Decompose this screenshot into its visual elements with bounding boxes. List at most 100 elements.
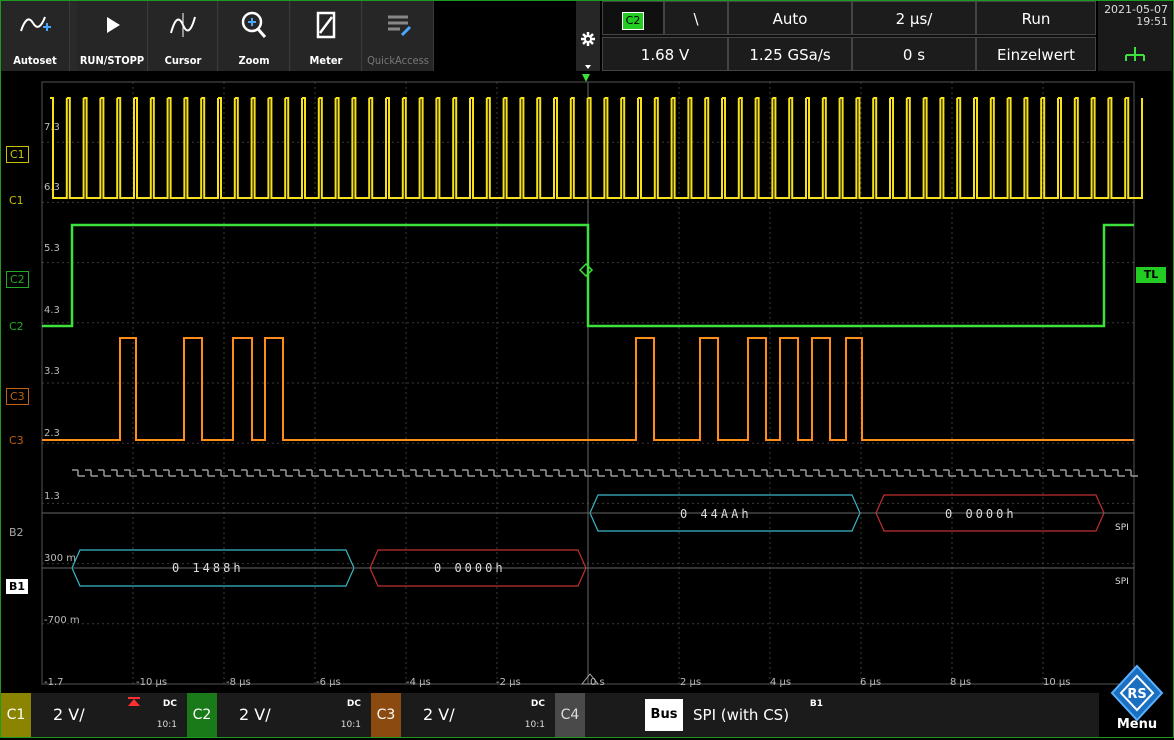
channel-c3[interactable]: C3 2 V/ DC 10:1	[371, 693, 555, 737]
sample-rate-cell[interactable]: 1.25 GSa/s	[728, 37, 852, 71]
bus-b1-panel[interactable]: Bus SPI (with CS) B1	[645, 693, 829, 737]
y-label: 4.3	[44, 305, 60, 316]
meter-button[interactable]: Meter	[291, 1, 362, 71]
c2-ratio: 10:1	[340, 720, 361, 730]
acq-mode: Einzelwert	[997, 46, 1075, 64]
timebase-cell[interactable]: 2 µs/	[852, 1, 976, 35]
y-label: -700 m	[44, 615, 80, 626]
trigger-level-marker[interactable]: TL	[1136, 267, 1166, 283]
trigger-source-cell[interactable]: C2	[602, 1, 664, 35]
acq-mode-cell[interactable]: Einzelwert	[976, 37, 1096, 71]
network-icon	[1125, 47, 1145, 61]
c2-tag: C2	[187, 693, 217, 737]
trigger-level-cell[interactable]: 1.68 V	[602, 37, 728, 71]
y-label: 7.3	[44, 122, 60, 133]
c1-ratio: 10:1	[156, 720, 177, 730]
waveform-area[interactable]: C1 C1 C2 C2 C3 C3 B2 B1 TL 7.3 6.3 5.3 4…	[0, 72, 1174, 692]
time: 19:51	[1136, 15, 1168, 28]
timebase: 2 µs/	[895, 10, 933, 28]
b1-word: 0 1488h	[172, 561, 244, 575]
cursor-label: Cursor	[164, 54, 202, 67]
channel-c1[interactable]: C1 2 V/ DC 10:1	[1, 693, 187, 737]
x-label: 6 µs	[860, 677, 882, 688]
c1-offset-marker[interactable]: C1	[6, 193, 27, 208]
b1-offset-marker[interactable]: B1	[6, 579, 29, 594]
menu-label: Menu	[1116, 717, 1158, 732]
c1-scale: 2 V/	[53, 705, 85, 724]
y-label: 2.3	[44, 428, 60, 439]
bus-name: SPI (with CS)	[693, 706, 790, 724]
x-label: 8 µs	[950, 677, 972, 688]
zoom-label: Zoom	[238, 54, 270, 67]
waveform-display	[41, 74, 1143, 685]
play-icon	[77, 9, 147, 41]
datetime-box[interactable]: 2021-05-07 19:51	[1098, 1, 1172, 71]
trigger-source-icon	[128, 697, 140, 706]
c2-coupling: DC	[346, 699, 361, 709]
menu-button[interactable]: RS Menu	[1102, 660, 1172, 736]
x-label: 4 µs	[770, 677, 792, 688]
y-label: 1.3	[44, 491, 60, 502]
run-stop-button[interactable]: RUN/STOPP	[77, 1, 148, 71]
c1-trace	[50, 97, 1143, 199]
c3-threshold-marker[interactable]: C3	[6, 388, 29, 405]
x-label: -6 µs	[316, 677, 341, 688]
x-label: -8 µs	[226, 677, 251, 688]
c2-threshold-marker[interactable]: C2	[6, 271, 29, 288]
y-label: -1.7	[44, 677, 64, 688]
x-label: 10 µs	[1043, 677, 1071, 688]
run-state: Run	[1021, 10, 1051, 28]
trigger-position-cell[interactable]: 0 s	[852, 37, 976, 71]
y-label: 6.3	[44, 182, 60, 193]
x-label: 0 s	[590, 677, 605, 688]
c1-tag: C1	[1, 693, 31, 737]
settings-button[interactable]	[576, 1, 600, 71]
x-label: -2 µs	[496, 677, 521, 688]
sample-rate: 1.25 GSa/s	[749, 46, 831, 64]
bus-tag: Bus	[645, 699, 683, 731]
y-label: 300 m	[44, 553, 77, 564]
b2-word: 0 44AAh	[680, 507, 752, 521]
quickaccess-icon	[363, 9, 433, 41]
channel-c2[interactable]: C2 2 V/ DC 10:1	[187, 693, 371, 737]
c3-coupling: DC	[530, 699, 545, 709]
x-label: -10 µs	[136, 677, 168, 688]
c1-threshold-marker[interactable]: C1	[6, 146, 29, 163]
b1-bus-label: SPI	[1115, 577, 1129, 587]
toolbar: Autoset RUN/STOPP Cursor Zoom Meter Quic…	[1, 1, 434, 71]
bus-clock-trace	[72, 469, 1138, 477]
bus-id: B1	[809, 699, 823, 709]
c3-ratio: 10:1	[524, 720, 545, 730]
x-label: 2 µs	[680, 677, 702, 688]
c2-offset-marker[interactable]: C2	[6, 319, 27, 334]
b2-word: 0 0000h	[945, 507, 1017, 521]
run-state-cell[interactable]: Run	[976, 1, 1096, 35]
c4-tag: C4	[555, 693, 585, 737]
autoset-button[interactable]: Autoset	[1, 1, 70, 71]
c2-scale: 2 V/	[239, 705, 271, 724]
trigger-source-badge: C2	[621, 12, 645, 30]
y-label: 3.3	[44, 366, 60, 377]
b2-offset-marker[interactable]: B2	[6, 525, 27, 540]
c3-tag: C3	[371, 693, 401, 737]
autoset-icon	[1, 9, 69, 41]
trigger-point-icon	[578, 262, 594, 278]
falling-edge-icon: \	[693, 10, 699, 28]
trigger-edge-cell[interactable]: \	[664, 1, 728, 35]
b2-bus-label: SPI	[1115, 523, 1129, 533]
quickaccess-button[interactable]: QuickAccess	[363, 1, 434, 71]
c3-scale: 2 V/	[423, 705, 455, 724]
trigger-position-icon	[582, 74, 590, 82]
trigger-timebase-panel: C2 \ Auto 2 µs/ Run 1.68 V 1.25 GSa/s 0 …	[602, 1, 1096, 71]
c3-offset-marker[interactable]: C3	[6, 433, 27, 448]
x-label: -4 µs	[406, 677, 431, 688]
svg-text:RS: RS	[1127, 687, 1146, 702]
autoset-label: Autoset	[13, 54, 57, 67]
cursor-icon	[149, 9, 217, 41]
meter-label: Meter	[309, 54, 343, 67]
cursor-button[interactable]: Cursor	[149, 1, 218, 71]
zoom-button[interactable]: Zoom	[219, 1, 290, 71]
trigger-mode-cell[interactable]: Auto	[728, 1, 852, 35]
meter-icon	[291, 9, 361, 41]
channel-c4[interactable]: C4	[555, 693, 645, 737]
